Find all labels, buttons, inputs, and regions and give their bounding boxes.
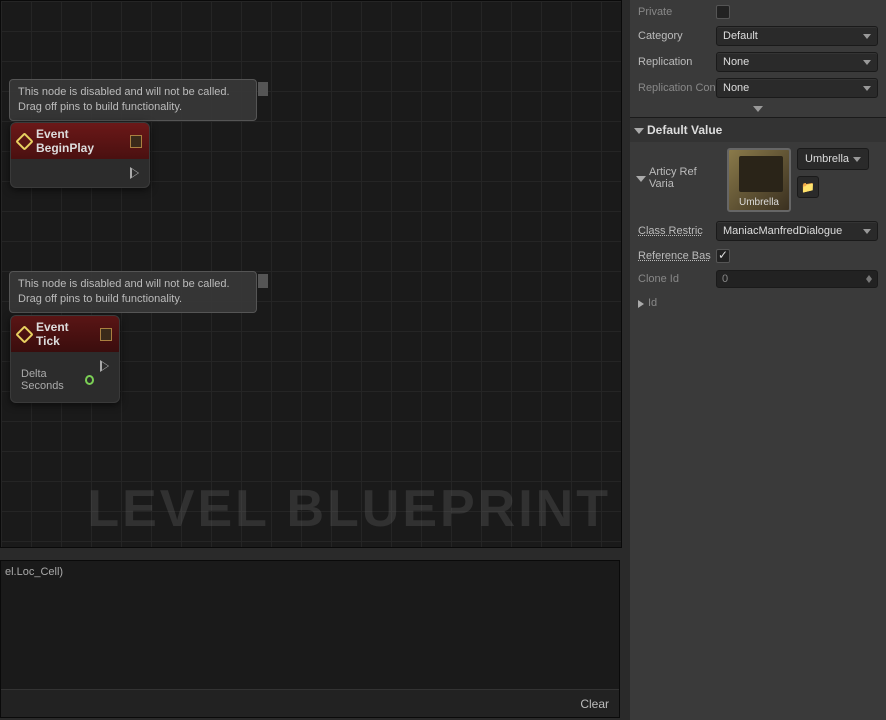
prop-class-restrict: Class Restric ManiacManfredDialogue [630, 218, 886, 244]
asset-dropdown[interactable]: Umbrella [797, 148, 869, 170]
pushpin-icon [258, 82, 268, 96]
node-body [11, 159, 149, 187]
prop-label: Id [648, 297, 726, 309]
tooltip-tick: This node is disabled and will not be ca… [9, 271, 257, 313]
prop-label: Replication Con [638, 82, 716, 94]
prop-repcond: Replication Con None [630, 75, 886, 101]
pushpin-icon [258, 274, 268, 288]
prop-private: Private [630, 0, 886, 23]
prop-label: Reference Bas [638, 250, 716, 262]
node-header[interactable]: Event BeginPlay [11, 123, 149, 159]
node-event-tick[interactable]: Event Tick Delta Seconds [10, 315, 120, 403]
expand-icon [636, 176, 646, 182]
prop-label: Category [638, 30, 716, 42]
chevron-down-icon [753, 106, 763, 112]
prop-label: Private [638, 6, 716, 18]
replication-dropdown[interactable]: None [716, 52, 878, 72]
log-footer: Clear [1, 689, 619, 717]
expand-icon [638, 300, 644, 308]
node-title: Event BeginPlay [36, 127, 122, 155]
node-toggle[interactable] [130, 135, 142, 148]
category-dropdown[interactable]: Default [716, 26, 878, 46]
graph-watermark: LEVEL BLUEPRINT [87, 479, 611, 539]
prop-label: Clone Id [638, 273, 716, 285]
node-header[interactable]: Event Tick [11, 316, 119, 352]
asset-thumbnail[interactable]: Umbrella [727, 148, 791, 212]
articy-ref-row: Articy Ref Varia Umbrella Umbrella 📁 [630, 142, 886, 218]
event-icon [15, 325, 33, 343]
tooltip-beginplay: This node is disabled and will not be ca… [9, 79, 257, 121]
label-text: Articy Ref Varia [649, 166, 721, 190]
chevron-down-icon [863, 60, 871, 65]
class-restrict-dropdown[interactable]: ManiacManfredDialogue [716, 221, 878, 241]
browse-asset-button[interactable]: 📁 [797, 176, 819, 198]
node-title: Event Tick [36, 320, 92, 348]
tooltip-text: This node is disabled and will not be ca… [18, 278, 230, 305]
section-default-value[interactable]: Default Value [630, 117, 886, 142]
spinner-icon[interactable] [866, 275, 872, 283]
prop-replication: Replication None [630, 49, 886, 75]
dropdown-value: ManiacManfredDialogue [723, 225, 842, 237]
exec-output-pin[interactable] [130, 167, 139, 179]
blueprint-graph[interactable]: LEVEL BLUEPRINT This node is disabled an… [0, 0, 622, 548]
node-toggle[interactable] [100, 328, 112, 341]
event-icon [15, 132, 33, 150]
log-line: el.Loc_Cell) [5, 566, 63, 578]
section-title: Default Value [647, 123, 722, 137]
tooltip-text: This node is disabled and will not be ca… [18, 86, 230, 113]
thumbnail-label: Umbrella [739, 197, 779, 210]
details-panel: Private Category Default Replication Non… [630, 0, 886, 720]
private-checkbox[interactable] [716, 5, 730, 19]
dropdown-value: None [723, 82, 749, 94]
dropdown-value: None [723, 56, 749, 68]
float-output-pin[interactable] [85, 375, 94, 385]
prop-label: Replication [638, 56, 716, 68]
clear-button[interactable]: Clear [580, 697, 609, 711]
chevron-down-icon [863, 229, 871, 234]
expand-advanced[interactable] [630, 101, 886, 117]
node-event-beginplay[interactable]: Event BeginPlay [10, 122, 150, 188]
prop-clone-id: Clone Id 0 [630, 267, 886, 291]
prop-label: Class Restric [638, 225, 716, 237]
prop-id[interactable]: Id [630, 291, 886, 314]
node-body: Delta Seconds [11, 352, 119, 402]
prop-ref-base: Reference Bas [630, 244, 886, 267]
expand-icon [634, 128, 644, 134]
ref-base-checkbox[interactable] [716, 249, 730, 263]
output-log: el.Loc_Cell) Clear [0, 560, 620, 718]
clone-id-input[interactable]: 0 [716, 270, 878, 288]
repcond-dropdown[interactable]: None [716, 78, 878, 98]
folder-icon: 📁 [801, 181, 815, 194]
thumbnail-image [739, 156, 783, 192]
pin-label: Delta Seconds [21, 368, 80, 392]
log-content[interactable]: el.Loc_Cell) [1, 561, 619, 689]
exec-output-pin[interactable] [100, 360, 109, 372]
dropdown-value: Default [723, 30, 758, 42]
prop-category: Category Default [630, 23, 886, 49]
chevron-down-icon [863, 86, 871, 91]
dropdown-value: Umbrella [805, 153, 849, 165]
articy-ref-label[interactable]: Articy Ref Varia [636, 148, 721, 190]
chevron-down-icon [863, 34, 871, 39]
chevron-down-icon [853, 157, 861, 162]
input-value: 0 [722, 273, 728, 285]
